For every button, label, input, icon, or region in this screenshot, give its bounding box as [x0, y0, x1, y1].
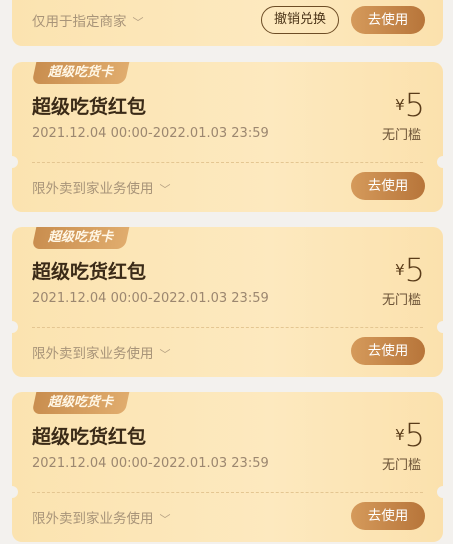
ticket-notch	[437, 156, 449, 168]
voucher-card: 超级吃货卡 超级吃货红包 2021.12.04 00:00-2022.01.03…	[6, 62, 449, 212]
scope-dropdown[interactable]: 限外卖到家业务使用 ﹀	[32, 342, 171, 362]
ticket-notch	[6, 156, 18, 168]
revoke-exchange-button[interactable]: 撤销兑换	[261, 6, 339, 34]
validity-period: 2021.12.04 00:00-2022.01.03 23:59	[32, 291, 269, 306]
ticket-notch	[437, 321, 449, 333]
chevron-down-icon: ﹀	[132, 16, 144, 29]
validity-period: 2021.12.04 00:00-2022.01.03 23:59	[32, 126, 269, 141]
chevron-down-icon: ﹀	[159, 348, 171, 361]
chevron-down-icon: ﹀	[159, 183, 171, 196]
voucher-card: 超级吃货卡 超级吃货红包 2021.12.04 00:00-2022.01.03…	[6, 227, 449, 377]
use-button[interactable]: 去使用	[351, 6, 425, 34]
scope-label: 限外卖到家业务使用	[32, 346, 154, 362]
scope-label: 限外卖到家业务使用	[32, 511, 154, 527]
scope-label: 限外卖到家业务使用	[32, 181, 154, 197]
usage-condition: 无门槛	[381, 293, 421, 308]
voucher-title: 超级吃货红包	[32, 261, 147, 283]
ticket-notch	[6, 486, 18, 498]
usage-condition: 无门槛	[381, 458, 421, 473]
scope-dropdown[interactable]: 限外卖到家业务使用 ﹀	[32, 177, 171, 197]
voucher-amount: ¥5	[395, 416, 425, 454]
validity-period: 2021.12.04 00:00-2022.01.03 23:59	[32, 456, 269, 471]
amount-value: 5	[404, 416, 425, 454]
use-button[interactable]: 去使用	[351, 337, 425, 365]
amount-value: 5	[404, 251, 425, 289]
use-button[interactable]: 去使用	[351, 502, 425, 530]
dashed-divider	[32, 327, 423, 328]
currency-symbol: ¥	[395, 96, 405, 114]
voucher-amount: ¥5	[395, 86, 425, 124]
scope-dropdown[interactable]: 限外卖到家业务使用 ﹀	[32, 507, 171, 527]
voucher-title: 超级吃货红包	[32, 96, 147, 118]
card-tag: 超级吃货卡	[31, 392, 130, 414]
card-tag: 超级吃货卡	[31, 62, 130, 84]
currency-symbol: ¥	[395, 261, 405, 279]
currency-symbol: ¥	[395, 426, 405, 444]
usage-condition: 无门槛	[381, 128, 421, 143]
use-button[interactable]: 去使用	[351, 172, 425, 200]
ticket-notch	[437, 486, 449, 498]
amount-value: 5	[404, 86, 425, 124]
chevron-down-icon: ﹀	[159, 513, 171, 526]
voucher-card-top: 仅用于指定商家 ﹀ 撤销兑换 去使用	[12, 0, 443, 46]
ticket-notch	[6, 321, 18, 333]
card-tag: 超级吃货卡	[31, 227, 130, 249]
voucher-amount: ¥5	[395, 251, 425, 289]
voucher-title: 超级吃货红包	[32, 426, 147, 448]
voucher-card: 超级吃货卡 超级吃货红包 2021.12.04 00:00-2022.01.03…	[6, 392, 449, 542]
scope-label: 仅用于指定商家	[32, 14, 127, 30]
scope-dropdown[interactable]: 仅用于指定商家 ﹀	[32, 10, 144, 30]
dashed-divider	[32, 492, 423, 493]
dashed-divider	[32, 162, 423, 163]
